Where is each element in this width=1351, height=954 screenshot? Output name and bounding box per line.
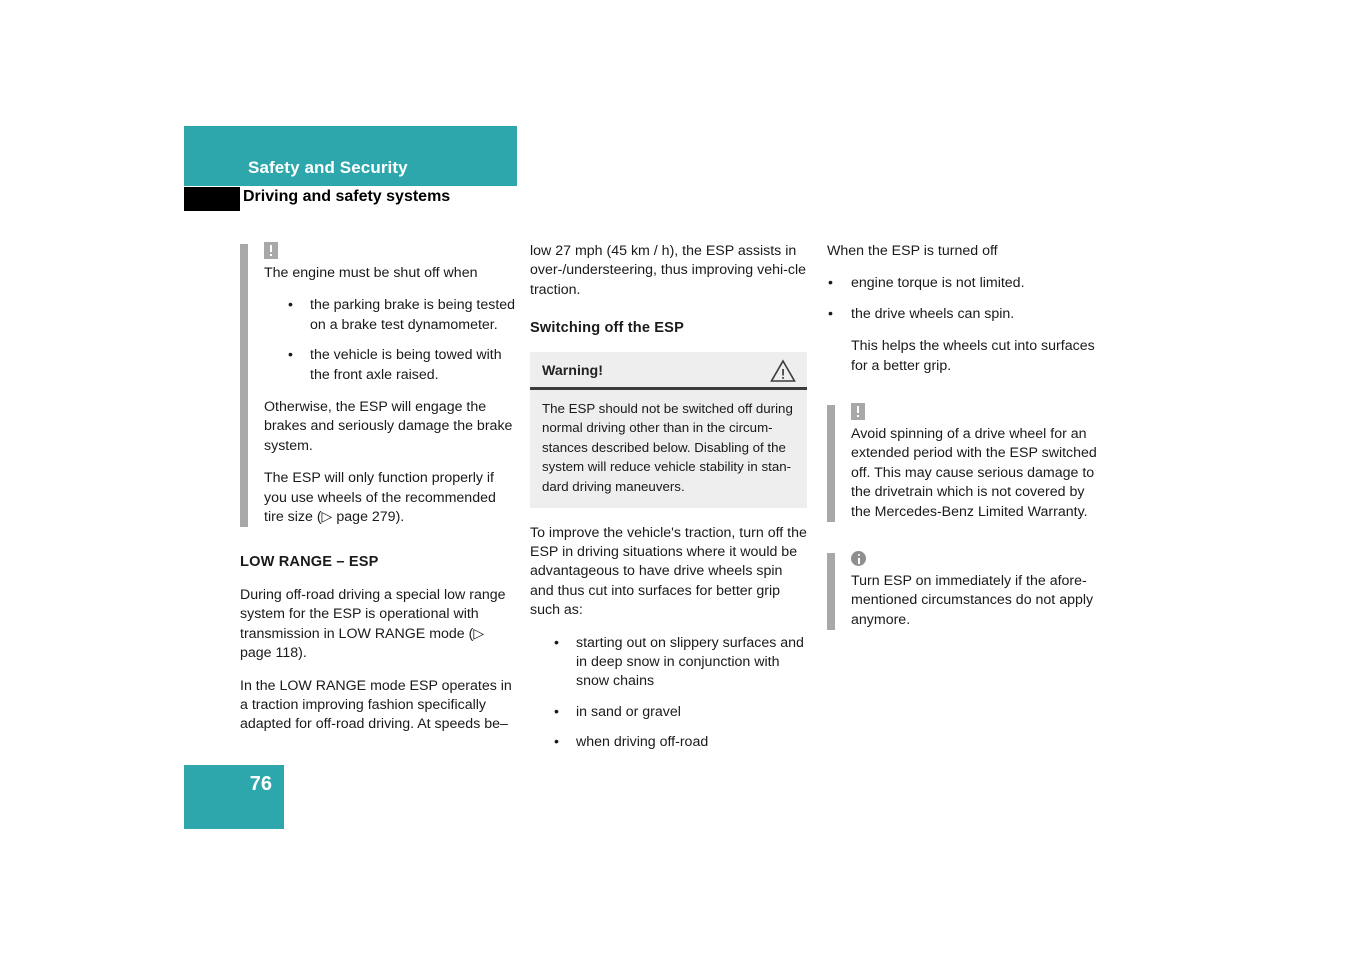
bullet-dot-icon: • [554,703,559,720]
bullet-dot-icon: • [828,305,833,322]
column2-bullet-list: • starting out on slippery surfaces and … [530,634,807,753]
warning-exclamation-icon [264,242,278,259]
header-band: Safety and Security [184,126,517,186]
page-number-block: 76 [184,765,284,829]
warning-box-title: Warning! [542,362,603,379]
column-three: When the ESP is turned off • engine torq… [827,242,1104,643]
bullet-dot-icon: • [288,347,293,364]
note-block-engine-shutoff: The engine must be shut off when • the p… [240,242,517,528]
list-item-text: when driving off-road [576,734,709,751]
list-item-text: the vehicle is being towed with the fron… [310,347,502,383]
bullet-dot-icon: • [288,297,293,314]
note-block-turn-esp-on: Turn ESP on immediately if the afore-men… [827,551,1104,631]
list-item-text: starting out on slippery surfaces and in… [576,634,804,690]
warning-triangle-icon [770,359,796,389]
info-circle-icon [851,551,866,567]
column1-paragraph-2: In the LOW RANGE mode ESP operates in a … [240,677,512,733]
column1-paragraph-1: During off-road driving a special low ra… [240,586,506,662]
note-text: Turn ESP on immediately if the afore-men… [851,573,1094,628]
section-heading-switching-off-esp: Switching off the ESP [530,320,684,337]
warning-box-text: The ESP should not be switched off durin… [542,400,793,494]
column-one: The engine must be shut off when • the p… [240,242,517,748]
note-text: Avoid spinning of a drive wheel for an e… [851,426,1097,520]
note-block-avoid-spinning: Avoid spinning of a drive wheel for an e… [827,403,1104,523]
section-heading-low-range: LOW RANGE – ESP [240,554,379,571]
list-item-text: in sand or gravel [576,703,681,720]
header-subtitle: Driving and safety systems [243,188,451,205]
note-intro: The engine must be shut off when [264,265,478,281]
list-item: • when driving off-road [530,733,807,752]
column-two: low 27 mph (45 km / h), the ESP assists … [530,242,807,766]
list-item-text: engine torque is not limited. [851,275,1025,292]
note-side-bar [240,244,248,528]
list-item: • starting out on slippery surfaces and … [530,634,807,692]
list-item: • the drive wheels can spin. [827,305,1104,324]
warning-exclamation-icon [851,403,865,421]
column2-paragraph-after: To improve the vehicle's traction, turn … [530,524,807,619]
bullet-dot-icon: • [828,275,833,292]
bullet-dot-icon: • [554,734,559,751]
note-side-bar [827,553,835,631]
column2-continued-paragraph: low 27 mph (45 km / h), the ESP assists … [530,243,806,298]
warning-box-body: The ESP should not be switched off durin… [530,390,807,508]
list-item: • engine torque is not limited. [827,274,1104,293]
column3-intro: When the ESP is turned off [827,243,998,259]
note-bullet-list: • the parking brake is being tested on a… [264,296,517,385]
list-item: • the vehicle is being towed with the fr… [264,346,517,385]
bullet-dot-icon: • [554,634,559,651]
column3-sub-note: This helps the wheels cut into surfaces … [851,338,1095,374]
list-item: • the parking brake is being tested on a… [264,296,517,335]
list-item-text: the drive wheels can spin. [851,305,1015,322]
list-item: • in sand or gravel [530,703,807,722]
note-side-bar [827,405,835,523]
header-black-block [184,187,240,211]
note-paragraph-2: The ESP will only function properly if y… [264,470,496,526]
page-title: Safety and Security [248,158,408,177]
list-item-text: the parking brake is being tested on a b… [310,297,516,333]
page-number: 76 [249,773,272,795]
column3-bullet-list: • engine torque is not limited. • the dr… [827,274,1104,324]
warning-box-header: Warning! [530,352,807,390]
warning-box: Warning! The ESP should not be switched … [530,351,807,508]
note-paragraph-1: Otherwise, the ESP will engage the brake… [264,399,513,454]
